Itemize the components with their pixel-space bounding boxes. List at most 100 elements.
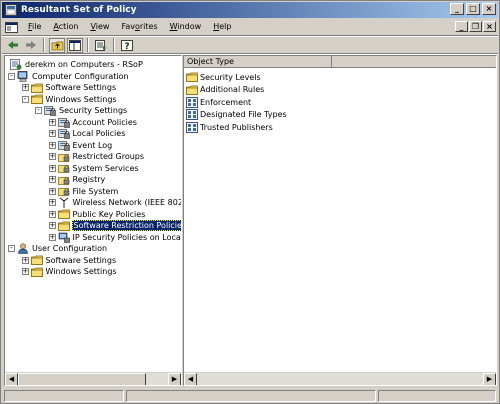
svg-text:?: ?: [124, 42, 129, 51]
folder-lock-icon: [57, 186, 70, 197]
tree-node[interactable]: + Restricted Groups: [48, 151, 146, 163]
menu-item[interactable]: Action: [47, 19, 84, 35]
tree-node-label: IP Security Policies on Local Co: [72, 232, 182, 242]
title-bar[interactable]: Resultant Set of Policy _ □ ×: [2, 2, 498, 18]
policy-icon: [186, 109, 198, 120]
tree-node[interactable]: + File System: [48, 186, 120, 198]
user-icon: [17, 243, 29, 255]
tree-node[interactable]: + Software Restriction Policies: [48, 220, 181, 232]
list-item[interactable]: Trusted Publishers: [186, 121, 273, 133]
folder-icon: [30, 94, 43, 105]
expand-icon[interactable]: +: [21, 84, 29, 92]
menu-item[interactable]: Favorites: [115, 19, 163, 35]
tree-horizontal-scrollbar[interactable]: ◀ ▶: [5, 372, 181, 385]
list-item[interactable]: Additional Rules: [186, 84, 264, 96]
tree-node[interactable]: - Security Settings: [35, 105, 128, 117]
forward-button[interactable]: [23, 38, 39, 53]
expand-icon[interactable]: +: [48, 210, 56, 218]
tree-node[interactable]: + Software Settings: [21, 82, 118, 94]
menu-item-label: iew: [95, 22, 110, 31]
toolbar-separator: [113, 38, 115, 52]
mdi-minimize-button[interactable]: _: [455, 21, 468, 32]
show-hide-tree-button[interactable]: [67, 37, 83, 53]
column-header-object-type[interactable]: Object Type: [184, 56, 496, 68]
scroll-right-button[interactable]: ▶: [168, 373, 181, 385]
mdi-restore-button[interactable]: ❐: [469, 21, 482, 32]
minimize-button[interactable]: _: [450, 3, 464, 15]
tree-node[interactable]: derekm on Computers - RSoP: [8, 59, 144, 71]
tree-node[interactable]: + Wireless Network (IEEE 802.1: [48, 197, 182, 209]
status-cell-1: [4, 390, 124, 402]
tree-node[interactable]: - User Configuration: [8, 243, 108, 255]
menu-item-label: elp: [219, 22, 232, 31]
menu-item[interactable]: Help: [207, 19, 237, 35]
help-button[interactable]: ?: [119, 38, 135, 53]
rsop-icon: [10, 59, 22, 71]
list-item[interactable]: Enforcement: [186, 96, 251, 108]
scroll-thumb[interactable]: [18, 373, 146, 385]
help-icon: ?: [121, 39, 133, 51]
expand-icon[interactable]: +: [48, 233, 56, 241]
export-list-button[interactable]: [93, 38, 109, 53]
menu-item[interactable]: Window: [164, 19, 208, 35]
toolbar-separator: [43, 38, 45, 52]
back-button[interactable]: [5, 38, 21, 53]
scroll-right-button[interactable]: ▶: [483, 373, 496, 385]
tree-node[interactable]: + Public Key Policies: [48, 209, 147, 221]
show-hide-tree-icon: [69, 39, 81, 51]
tree-node-label: Account Policies: [72, 117, 137, 127]
tree-node-label: Wireless Network (IEEE 802.1: [72, 198, 182, 208]
menu-item-label: ile: [32, 22, 42, 31]
expand-icon[interactable]: +: [48, 164, 56, 172]
console-icon[interactable]: [5, 21, 18, 34]
tree-node[interactable]: + Software Settings: [21, 255, 118, 267]
policy-icon: [186, 96, 198, 108]
security-icon: [57, 117, 70, 128]
maximize-button[interactable]: □: [466, 3, 480, 15]
scroll-left-button[interactable]: ◀: [184, 373, 197, 385]
status-cell-2: [126, 390, 376, 402]
tree-node-label: Software Restriction Policies: [71, 220, 181, 232]
details-pane: Object Type Security Levels Additional Ru…: [183, 55, 497, 386]
computer-icon: [17, 70, 29, 82]
list-item[interactable]: Designated File Types: [186, 109, 287, 121]
folder-lock-icon: [57, 151, 70, 162]
scroll-left-button[interactable]: ◀: [5, 373, 18, 385]
toolbar: ?: [2, 37, 498, 53]
menu-item[interactable]: File: [22, 19, 47, 35]
tree-node[interactable]: + Local Policies: [48, 128, 127, 140]
expand-icon[interactable]: +: [21, 268, 29, 276]
list-item[interactable]: Security Levels: [186, 71, 261, 83]
tree-node[interactable]: + Event Log: [48, 140, 114, 152]
tree-node[interactable]: - Windows Settings: [21, 94, 118, 106]
expand-icon[interactable]: +: [48, 118, 56, 126]
tree-node[interactable]: + IP Security Policies on Local Co: [48, 232, 182, 244]
close-button[interactable]: ×: [482, 3, 496, 15]
collapse-icon[interactable]: -: [21, 95, 29, 103]
expand-icon[interactable]: +: [48, 153, 56, 161]
up-one-level-button[interactable]: [49, 37, 65, 53]
collapse-icon[interactable]: -: [35, 107, 42, 115]
expand-icon[interactable]: +: [48, 130, 56, 138]
tree-node[interactable]: + Account Policies: [48, 117, 138, 129]
expand-icon[interactable]: +: [48, 222, 56, 230]
details-horizontal-scrollbar[interactable]: ◀ ▶: [184, 372, 496, 385]
expand-icon[interactable]: +: [48, 141, 56, 149]
menu-item[interactable]: View: [84, 19, 115, 35]
tree-node[interactable]: + Registry: [48, 174, 107, 186]
tree-node-label: Event Log: [72, 140, 113, 150]
expand-icon[interactable]: +: [48, 199, 56, 207]
expand-icon[interactable]: +: [21, 256, 29, 264]
menu-item-label: rites: [139, 22, 158, 31]
status-bar: [2, 389, 498, 403]
tree-node[interactable]: + Windows Settings: [21, 266, 118, 278]
tree-node[interactable]: - Computer Configuration: [8, 70, 130, 83]
tree-node[interactable]: + System Services: [48, 163, 140, 175]
expand-icon[interactable]: +: [48, 187, 56, 195]
tree-node-label: Local Policies: [72, 129, 126, 139]
expand-icon[interactable]: +: [48, 176, 56, 184]
mdi-close-button[interactable]: ×: [483, 21, 496, 32]
collapse-icon[interactable]: -: [8, 72, 15, 80]
collapse-icon[interactable]: -: [8, 245, 15, 253]
forward-icon: [26, 41, 36, 49]
